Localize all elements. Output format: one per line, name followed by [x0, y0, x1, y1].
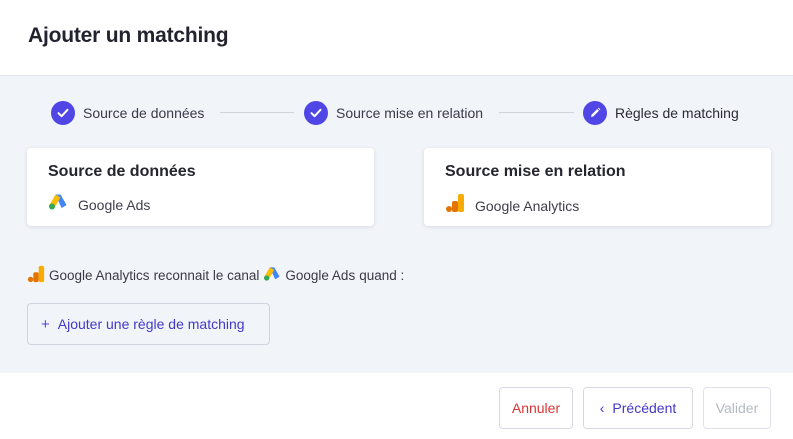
cancel-button[interactable]: Annuler — [499, 387, 573, 429]
google-analytics-icon — [445, 193, 465, 218]
validate-button[interactable]: Valider — [703, 387, 771, 429]
card-source: Google Ads — [48, 193, 150, 216]
validate-label: Valider — [715, 400, 759, 416]
card-title: Source mise en relation — [445, 163, 626, 180]
statement-source: Google Analytics — [49, 268, 150, 283]
step-label: Règles de matching — [615, 105, 739, 121]
stepper: Source de données Source mise en relatio… — [0, 76, 793, 148]
modal-header: Ajouter un matching — [0, 0, 793, 76]
check-icon — [304, 101, 328, 125]
step-connector — [220, 112, 294, 113]
matching-statement: Google Analytics reconnait le canal Goog… — [27, 265, 404, 286]
cancel-label: Annuler — [511, 400, 561, 416]
step-label: Source mise en relation — [336, 105, 484, 121]
card-source: Google Analytics — [445, 193, 579, 218]
plus-icon: + — [41, 315, 50, 333]
card-source-label: Google Ads — [78, 196, 151, 213]
previous-label: Précédent — [612, 400, 677, 416]
google-analytics-icon — [27, 265, 45, 286]
card-title: Source de données — [48, 163, 196, 180]
modal-title: Ajouter un matching — [28, 24, 229, 47]
previous-button[interactable]: ‹ Précédent — [583, 387, 693, 429]
step-source-de-donnees[interactable]: Source de données — [51, 100, 204, 126]
related-source-card: Source mise en relation Google Analytics — [424, 148, 771, 226]
step-source-mise-en-relation[interactable]: Source mise en relation — [304, 100, 483, 126]
modal-footer: Annuler ‹ Précédent Valider — [0, 373, 793, 439]
chevron-left-icon: ‹ — [599, 400, 605, 416]
step-regles-de-matching[interactable]: Règles de matching — [583, 100, 739, 126]
statement-channel: Google Ads — [285, 268, 356, 283]
card-source-label: Google Analytics — [475, 197, 580, 214]
check-icon — [51, 101, 75, 125]
add-matching-rule-button[interactable]: + Ajouter une règle de matching — [27, 303, 270, 345]
modal-body: Source de données Source mise en relatio… — [0, 76, 793, 373]
add-rule-label: Ajouter une règle de matching — [57, 316, 245, 332]
statement-end: quand : — [359, 268, 405, 283]
step-connector — [499, 112, 574, 113]
google-ads-icon — [48, 193, 68, 216]
google-ads-icon — [263, 266, 281, 285]
pencil-icon — [583, 101, 607, 125]
data-source-card: Source de données Google Ads — [27, 148, 374, 226]
statement-middle: reconnait le canal — [153, 268, 260, 283]
step-label: Source de données — [83, 105, 205, 121]
